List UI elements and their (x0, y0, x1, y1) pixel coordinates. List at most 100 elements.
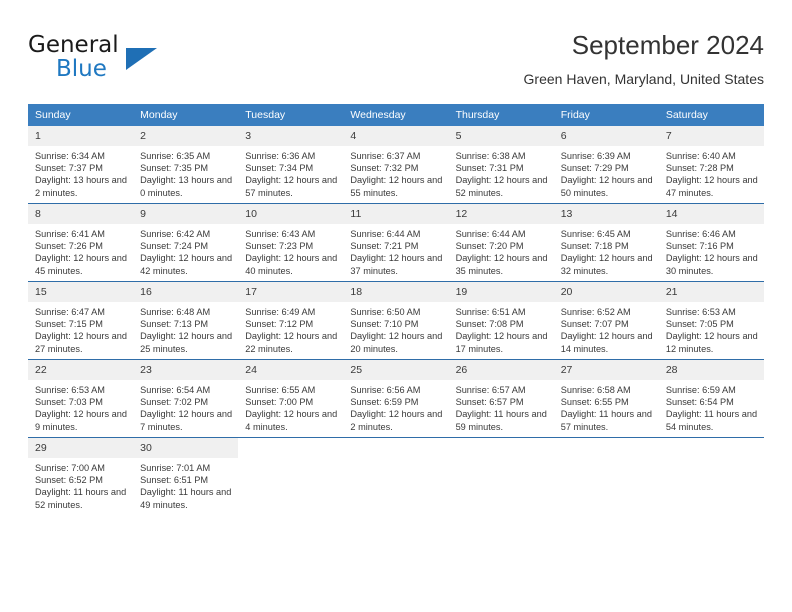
day-number: 15 (28, 282, 134, 302)
day-number: 16 (133, 282, 239, 302)
day-cell[interactable]: 2 Sunrise: 6:35 AM Sunset: 7:35 PM Dayli… (133, 126, 239, 204)
sunrise-text: Sunrise: 6:35 AM (140, 151, 211, 161)
day-cell[interactable]: 30 Sunrise: 7:01 AM Sunset: 6:51 PM Dayl… (133, 437, 239, 515)
day-info: Sunrise: 6:57 AM Sunset: 6:57 PM Dayligh… (449, 380, 554, 433)
day-cell[interactable]: 29 Sunrise: 7:00 AM Sunset: 6:52 PM Dayl… (28, 437, 134, 515)
day-info: Sunrise: 6:48 AM Sunset: 7:13 PM Dayligh… (133, 302, 238, 355)
daylight-text: Daylight: 12 hours and 22 minutes. (245, 331, 338, 354)
sunrise-text: Sunrise: 7:00 AM (35, 463, 105, 473)
day-cell[interactable]: 20 Sunrise: 6:52 AM Sunset: 7:07 PM Dayl… (553, 281, 659, 360)
calendar-table: Sunday Monday Tuesday Wednesday Thursday… (28, 104, 764, 515)
daylight-text: Daylight: 11 hours and 49 minutes. (140, 487, 232, 510)
day-cell[interactable]: 25 Sunrise: 6:56 AM Sunset: 6:59 PM Dayl… (343, 359, 449, 438)
calendar-header-row: Sunday Monday Tuesday Wednesday Thursday… (28, 104, 764, 126)
day-cell[interactable]: 19 Sunrise: 6:51 AM Sunset: 7:08 PM Dayl… (448, 281, 554, 360)
day-cell[interactable]: 9 Sunrise: 6:42 AM Sunset: 7:24 PM Dayli… (133, 203, 239, 282)
day-info: Sunrise: 6:41 AM Sunset: 7:26 PM Dayligh… (28, 224, 133, 277)
sunrise-text: Sunrise: 6:38 AM (455, 151, 526, 161)
day-number: 5 (448, 126, 554, 146)
day-cell[interactable]: 15 Sunrise: 6:47 AM Sunset: 7:15 PM Dayl… (28, 281, 134, 360)
day-info: Sunrise: 6:47 AM Sunset: 7:15 PM Dayligh… (28, 302, 133, 355)
daylight-text: Daylight: 11 hours and 54 minutes. (665, 409, 758, 432)
day-cell[interactable]: 26 Sunrise: 6:57 AM Sunset: 6:57 PM Dayl… (448, 359, 554, 438)
sunset-text: Sunset: 7:15 PM (35, 319, 103, 330)
day-cell[interactable]: 24 Sunrise: 6:55 AM Sunset: 7:00 PM Dayl… (238, 359, 344, 438)
day-info: Sunrise: 6:43 AM Sunset: 7:23 PM Dayligh… (238, 224, 343, 277)
day-cell[interactable]: 12 Sunrise: 6:44 AM Sunset: 7:20 PM Dayl… (448, 203, 554, 282)
day-number: 30 (133, 438, 239, 458)
day-cell[interactable]: 16 Sunrise: 6:48 AM Sunset: 7:13 PM Dayl… (133, 281, 239, 360)
day-cell[interactable]: 27 Sunrise: 6:58 AM Sunset: 6:55 PM Dayl… (553, 359, 659, 438)
day-cell[interactable]: 18 Sunrise: 6:50 AM Sunset: 7:10 PM Dayl… (343, 281, 449, 360)
sunrise-text: Sunrise: 6:50 AM (350, 307, 421, 317)
logo-text-general: General (28, 32, 119, 58)
day-number: 11 (343, 204, 449, 224)
sunrise-text: Sunrise: 6:42 AM (140, 229, 211, 239)
day-number: 4 (343, 126, 449, 146)
sunset-text: Sunset: 7:08 PM (455, 319, 524, 330)
sunrise-text: Sunrise: 6:53 AM (665, 307, 736, 317)
day-info: Sunrise: 6:52 AM Sunset: 7:07 PM Dayligh… (554, 302, 659, 355)
day-cell[interactable]: 13 Sunrise: 6:45 AM Sunset: 7:18 PM Dayl… (553, 203, 659, 282)
day-cell[interactable]: 7 Sunrise: 6:40 AM Sunset: 7:28 PM Dayli… (658, 126, 764, 204)
sunset-text: Sunset: 6:52 PM (35, 475, 103, 486)
day-cell[interactable]: 3 Sunrise: 6:36 AM Sunset: 7:34 PM Dayli… (238, 126, 344, 204)
daylight-text: Daylight: 12 hours and 45 minutes. (35, 253, 127, 276)
page-header: General Blue September 2024 Green Haven,… (28, 28, 764, 100)
sunset-text: Sunset: 7:07 PM (560, 319, 629, 330)
day-cell[interactable]: 23 Sunrise: 6:54 AM Sunset: 7:02 PM Dayl… (133, 359, 239, 438)
day-cell[interactable]: 5 Sunrise: 6:38 AM Sunset: 7:31 PM Dayli… (448, 126, 554, 204)
day-info: Sunrise: 6:44 AM Sunset: 7:20 PM Dayligh… (449, 224, 554, 277)
day-number: 14 (658, 204, 764, 224)
sunset-text: Sunset: 7:32 PM (350, 163, 419, 174)
day-cell[interactable]: 10 Sunrise: 6:43 AM Sunset: 7:23 PM Dayl… (238, 203, 344, 282)
sunrise-text: Sunrise: 6:52 AM (560, 307, 631, 317)
day-cell[interactable]: 17 Sunrise: 6:49 AM Sunset: 7:12 PM Dayl… (238, 281, 344, 360)
day-number: 10 (238, 204, 344, 224)
day-info: Sunrise: 6:38 AM Sunset: 7:31 PM Dayligh… (449, 146, 554, 199)
logo-triangle-icon (126, 48, 157, 70)
daylight-text: Daylight: 12 hours and 42 minutes. (140, 253, 233, 276)
day-cell[interactable]: 4 Sunrise: 6:37 AM Sunset: 7:32 PM Dayli… (343, 126, 449, 204)
day-cell[interactable]: 8 Sunrise: 6:41 AM Sunset: 7:26 PM Dayli… (28, 203, 134, 282)
calendar-page: General Blue September 2024 Green Haven,… (0, 0, 792, 612)
day-cell[interactable]: 28 Sunrise: 6:59 AM Sunset: 6:54 PM Dayl… (658, 359, 764, 438)
day-number: 26 (448, 360, 554, 380)
day-info: Sunrise: 6:53 AM Sunset: 7:05 PM Dayligh… (659, 302, 764, 355)
sunrise-text: Sunrise: 6:58 AM (560, 385, 631, 395)
sunset-text: Sunset: 7:37 PM (35, 163, 103, 174)
sunrise-text: Sunrise: 6:44 AM (455, 229, 526, 239)
day-number: 13 (553, 204, 659, 224)
day-number: 6 (553, 126, 659, 146)
day-info: Sunrise: 7:01 AM Sunset: 6:51 PM Dayligh… (133, 458, 238, 511)
day-cell[interactable]: 11 Sunrise: 6:44 AM Sunset: 7:21 PM Dayl… (343, 203, 449, 282)
sunrise-text: Sunrise: 6:34 AM (35, 151, 105, 161)
day-cell[interactable]: 1 Sunrise: 6:34 AM Sunset: 7:37 PM Dayli… (28, 126, 134, 204)
day-cell[interactable]: 22 Sunrise: 6:53 AM Sunset: 7:03 PM Dayl… (28, 359, 134, 438)
week-row: 22 Sunrise: 6:53 AM Sunset: 7:03 PM Dayl… (28, 359, 764, 438)
daylight-text: Daylight: 12 hours and 4 minutes. (245, 409, 338, 432)
day-cell[interactable]: 14 Sunrise: 6:46 AM Sunset: 7:16 PM Dayl… (658, 203, 764, 282)
sunset-text: Sunset: 7:12 PM (245, 319, 314, 330)
sunrise-text: Sunrise: 6:40 AM (665, 151, 736, 161)
daylight-text: Daylight: 12 hours and 40 minutes. (245, 253, 338, 276)
day-cell[interactable]: 21 Sunrise: 6:53 AM Sunset: 7:05 PM Dayl… (658, 281, 764, 360)
day-cell-empty (238, 437, 344, 515)
general-blue-logo[interactable]: General Blue (28, 34, 208, 90)
day-info: Sunrise: 6:59 AM Sunset: 6:54 PM Dayligh… (659, 380, 764, 433)
day-number: 20 (553, 282, 659, 302)
sunset-text: Sunset: 7:18 PM (560, 241, 629, 252)
day-number: 18 (343, 282, 449, 302)
daylight-text: Daylight: 13 hours and 0 minutes. (140, 175, 233, 198)
day-info: Sunrise: 6:44 AM Sunset: 7:21 PM Dayligh… (343, 224, 448, 277)
daylight-text: Daylight: 12 hours and 7 minutes. (140, 409, 233, 432)
daylight-text: Daylight: 12 hours and 25 minutes. (140, 331, 233, 354)
daylight-text: Daylight: 13 hours and 2 minutes. (35, 175, 127, 198)
sunset-text: Sunset: 7:13 PM (140, 319, 209, 330)
sunset-text: Sunset: 7:20 PM (455, 241, 524, 252)
sunset-text: Sunset: 7:16 PM (665, 241, 734, 252)
day-cell[interactable]: 6 Sunrise: 6:39 AM Sunset: 7:29 PM Dayli… (553, 126, 659, 204)
page-title: September 2024 (571, 30, 764, 60)
day-number: 29 (28, 438, 134, 458)
sunrise-text: Sunrise: 6:51 AM (455, 307, 526, 317)
